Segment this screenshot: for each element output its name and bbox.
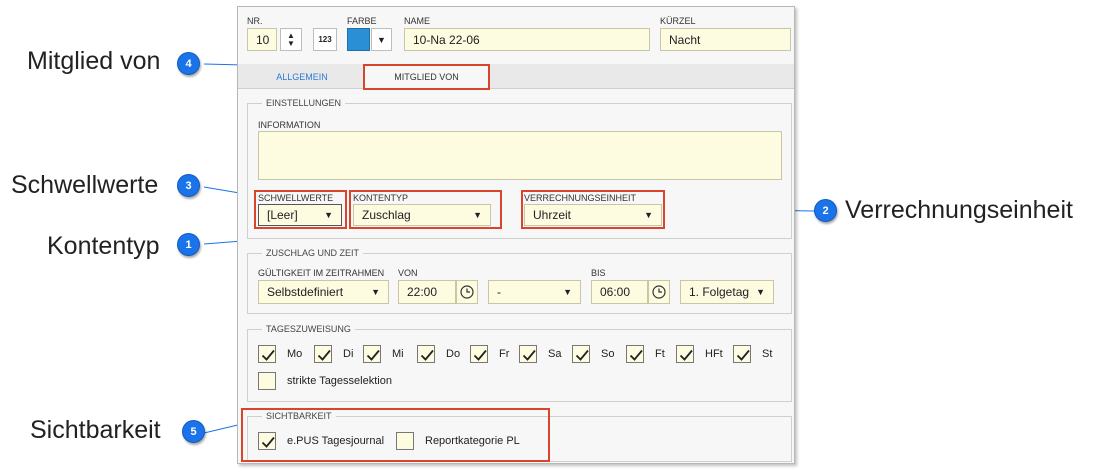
threshold-label: SCHWELLWERTE	[258, 193, 334, 203]
day-assignment-group	[247, 329, 792, 402]
checkmark-icon	[629, 349, 643, 361]
report-checkbox[interactable]	[396, 432, 414, 450]
short-label: KÜRZEL	[660, 16, 696, 26]
report-label: Reportkategorie PL	[425, 435, 520, 447]
day-checkbox-mi[interactable]	[363, 345, 381, 363]
checkmark-icon	[317, 349, 331, 361]
day-label-ft: Ft	[655, 348, 665, 360]
chevron-down-icon: ▼	[371, 287, 380, 297]
day-checkbox-ft[interactable]	[626, 345, 644, 363]
to-time-picker[interactable]	[648, 280, 670, 304]
chevron-down-icon: ▼	[324, 210, 333, 220]
callout-badge-5: 5	[182, 420, 205, 443]
day-label-mo: Mo	[287, 348, 303, 360]
journal-checkbox[interactable]	[258, 432, 276, 450]
surcharge-title: ZUSCHLAG UND ZEIT	[262, 248, 364, 258]
to-label: BIS	[591, 268, 606, 278]
day-checkbox-mo[interactable]	[258, 345, 276, 363]
chevron-down-icon: ▼	[756, 287, 765, 297]
chevron-down-icon: ▼	[644, 210, 653, 220]
day-assignment-title: TAGESZUWEISUNG	[262, 324, 355, 334]
color-swatch[interactable]	[347, 28, 370, 51]
name-label: NAME	[404, 16, 431, 26]
billing-unit-dropdown[interactable]: Uhrzeit ▼	[524, 204, 662, 226]
day-checkbox-do[interactable]	[417, 345, 435, 363]
stepper-down-icon[interactable]: ▼	[287, 39, 295, 48]
nr-stepper[interactable]: ▲ ▼	[280, 28, 302, 51]
day-checkbox-hft[interactable]	[676, 345, 694, 363]
day-label-so: So	[601, 348, 615, 360]
day-checkbox-fr[interactable]	[470, 345, 488, 363]
callout-badge-2: 2	[814, 199, 837, 222]
checkmark-icon	[261, 436, 275, 448]
chevron-down-icon: ▼	[377, 34, 386, 45]
information-label: INFORMATION	[258, 120, 321, 130]
nr-input[interactable]: 10	[247, 28, 277, 51]
day-label-hft: HFt	[705, 348, 723, 360]
journal-label: e.PUS Tagesjournal	[287, 435, 385, 447]
billing-unit-value: Uhrzeit	[533, 208, 572, 222]
information-input[interactable]	[258, 131, 782, 180]
checkmark-icon	[420, 349, 434, 361]
day-label-di: Di	[343, 348, 354, 360]
from-day-dropdown[interactable]: - ▼	[488, 280, 581, 304]
day-checkbox-di[interactable]	[314, 345, 332, 363]
tab-allgemein[interactable]: ALLGEMEIN	[243, 64, 361, 89]
to-time-input[interactable]: 06:00	[591, 280, 648, 304]
threshold-value: [Leer]	[267, 208, 298, 222]
to-day-dropdown[interactable]: 1. Folgetag ▼	[680, 280, 774, 304]
billing-unit-label: VERRECHNUNGSEINHEIT	[524, 193, 637, 203]
chevron-down-icon: ▼	[563, 287, 572, 297]
day-label-sa: Sa	[548, 348, 562, 360]
from-time-picker[interactable]	[456, 280, 478, 304]
from-day-value: -	[497, 285, 501, 299]
checkmark-icon	[366, 349, 380, 361]
clock-icon	[460, 285, 474, 299]
day-label-st: St	[762, 348, 773, 360]
checkmark-icon	[736, 349, 750, 361]
day-label-do: Do	[446, 348, 461, 360]
callout-text-mitglied: Mitglied von	[27, 47, 161, 75]
callout-text-verrechnung: Verrechnungseinheit	[845, 196, 1073, 224]
validity-value: Selbstdefiniert	[267, 285, 344, 299]
settings-title: EINSTELLUNGEN	[262, 98, 346, 108]
threshold-dropdown[interactable]: [Leer] ▼	[258, 204, 342, 226]
name-input[interactable]: 10-Na 22-06	[404, 28, 650, 51]
day-checkbox-so[interactable]	[572, 345, 590, 363]
tab-mitglied-von[interactable]: MITGLIED VON	[363, 64, 490, 90]
callout-text-sichtbarkeit: Sichtbarkeit	[30, 416, 161, 444]
color-dropdown-button[interactable]: ▼	[371, 28, 392, 51]
from-time-input[interactable]: 22:00	[398, 280, 456, 304]
color-label: FARBE	[347, 16, 377, 26]
to-day-value: 1. Folgetag	[689, 285, 750, 299]
callout-text-kontentyp: Kontentyp	[47, 232, 160, 260]
day-checkbox-sa[interactable]	[519, 345, 537, 363]
callout-badge-1: 1	[177, 233, 200, 256]
day-checkbox-st[interactable]	[733, 345, 751, 363]
account-type-dropdown[interactable]: Zuschlag ▼	[353, 204, 491, 226]
validity-dropdown[interactable]: Selbstdefiniert ▼	[258, 280, 389, 304]
checkmark-icon	[679, 349, 693, 361]
clock-icon	[652, 285, 666, 299]
validity-label: GÜLTIGKEIT IM ZEITRAHMEN	[258, 268, 385, 278]
strict-selection-checkbox[interactable]	[258, 372, 276, 390]
from-label: VON	[398, 268, 418, 278]
strict-selection-label: strikte Tagesselektion	[287, 375, 392, 387]
checkmark-icon	[473, 349, 487, 361]
numeric-mode-button[interactable]: 123	[313, 28, 337, 51]
checkmark-icon	[575, 349, 589, 361]
short-input[interactable]: Nacht	[660, 28, 791, 51]
checkmark-icon	[522, 349, 536, 361]
account-type-value: Zuschlag	[362, 208, 411, 222]
chevron-down-icon: ▼	[473, 210, 482, 220]
callout-badge-4: 4	[177, 52, 200, 75]
day-label-mi: Mi	[392, 348, 404, 360]
callout-badge-3: 3	[177, 174, 200, 197]
checkmark-icon	[261, 349, 275, 361]
day-label-fr: Fr	[499, 348, 510, 360]
account-type-label: KONTENTYP	[353, 193, 409, 203]
nr-label: NR.	[247, 16, 263, 26]
callout-text-schwellwerte: Schwellwerte	[11, 171, 159, 199]
